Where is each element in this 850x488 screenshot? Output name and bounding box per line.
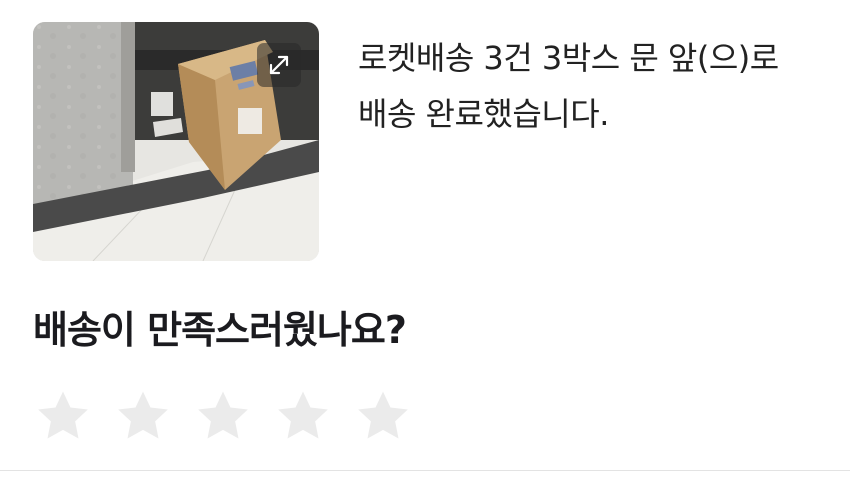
star-5[interactable] (352, 386, 414, 448)
divider (0, 470, 850, 471)
star-icon (38, 391, 88, 439)
star-2[interactable] (112, 386, 174, 448)
star-4[interactable] (272, 386, 334, 448)
star-icon (358, 391, 408, 439)
rating-question: 배송이 만족스러웠나요? (33, 308, 407, 352)
star-rating[interactable] (32, 386, 414, 448)
delivery-status-message: 로켓배송 3건 3박스 문 앞(으)로 배송 완료했습니다. (358, 39, 779, 133)
delivery-review-card: 로켓배송 3건 3박스 문 앞(으)로 배송 완료했습니다. 배송이 만족스러웠… (0, 0, 850, 488)
star-icon (198, 391, 248, 439)
star-icon (278, 391, 328, 439)
star-1[interactable] (32, 386, 94, 448)
star-icon (118, 391, 168, 439)
expand-photo-button[interactable] (257, 43, 301, 87)
expand-icon (269, 55, 289, 75)
star-3[interactable] (192, 386, 254, 448)
